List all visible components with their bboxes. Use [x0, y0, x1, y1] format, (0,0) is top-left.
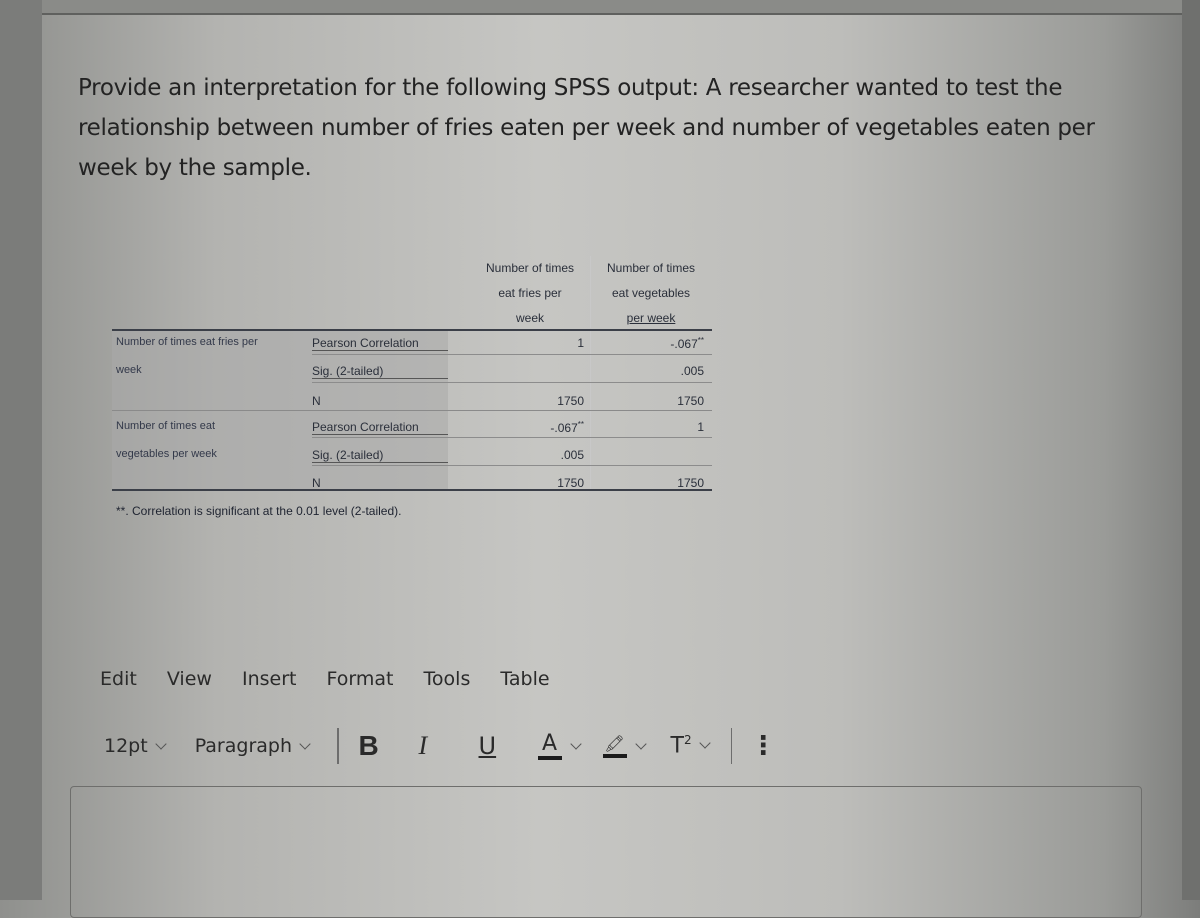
column-header-fries: Number of times eat fries per week	[470, 256, 590, 328]
cell-value: 1750	[557, 394, 584, 408]
cell-value: 1750	[677, 476, 704, 490]
cell-value: .005	[680, 364, 704, 378]
stat-label: Sig. (2-tailed)	[312, 448, 448, 463]
menu-table[interactable]: Table	[500, 668, 549, 690]
column-header-vegetables: Number of times eat vegetables per week	[590, 256, 712, 328]
variable-label: Number of times eat fries per	[116, 336, 258, 348]
header-line: eat vegetables	[611, 286, 691, 300]
table-footnote: **. Correlation is significant at the 0.…	[116, 504, 402, 518]
stat-label: N	[312, 394, 321, 408]
chevron-down-icon	[155, 737, 167, 750]
variable-label: Number of times eat	[116, 420, 216, 432]
superscript-icon: T2	[671, 733, 692, 758]
table-row: Number of times eat fries per Pearson Co…	[112, 336, 712, 363]
superscript-glyph: T	[670, 733, 684, 759]
top-divider	[42, 13, 1182, 15]
answer-text-area[interactable]	[70, 786, 1142, 918]
more-vertical-icon: ⋮	[750, 731, 777, 761]
variable-label: week	[116, 364, 142, 376]
page-top-bar	[42, 0, 1182, 13]
row-rule	[312, 354, 712, 355]
row-rule	[312, 437, 712, 438]
table-row: week Sig. (2-tailed) .005	[112, 364, 712, 391]
table-row: N 1750 1750	[112, 394, 712, 421]
significance-marker: **	[697, 336, 704, 345]
question-text: Provide an interpretation for the follow…	[78, 75, 1095, 181]
highlighter-glyph: 🖍	[604, 734, 625, 753]
block-format-value: Paragraph	[194, 735, 293, 757]
cell-number: -.067	[670, 337, 698, 351]
more-options-button[interactable]: ⋮	[750, 731, 776, 761]
italic-icon: I	[418, 731, 428, 760]
cell-value: 1750	[677, 394, 704, 408]
underline-button[interactable]: U	[479, 732, 527, 760]
italic-button[interactable]: I	[419, 731, 467, 761]
highlighter-icon: 🖍	[602, 734, 628, 758]
row-rule	[312, 465, 712, 466]
superscript-button[interactable]: T2	[671, 733, 711, 759]
menu-tools[interactable]: Tools	[424, 668, 471, 690]
font-size-value: 12pt	[104, 735, 148, 757]
cell-value: 1750	[557, 476, 584, 490]
cell-value: 1	[577, 336, 584, 350]
text-color-button[interactable]: A	[527, 730, 582, 760]
table-row: vegetables per week Sig. (2-tailed) .005	[112, 448, 712, 475]
menu-view[interactable]: View	[167, 668, 212, 690]
font-size-select[interactable]: 12pt	[104, 735, 167, 757]
text-color-glyph: A	[541, 730, 558, 756]
cell-value: 1	[697, 420, 704, 434]
stat-label: N	[312, 476, 321, 490]
bold-icon: B	[358, 730, 379, 761]
header-line: Number of times	[606, 261, 696, 275]
header-line: Number of times	[485, 261, 575, 275]
underline-icon: U	[478, 732, 497, 760]
menu-insert[interactable]: Insert	[242, 668, 297, 690]
menu-edit[interactable]: Edit	[100, 668, 137, 690]
significance-marker: **	[577, 420, 584, 429]
highlight-swatch	[602, 754, 627, 758]
toolbar-divider	[337, 728, 339, 764]
table-bottom-rule	[112, 489, 712, 491]
cell-value: -.067**	[590, 336, 704, 351]
group-rule	[112, 410, 712, 411]
toolbar-divider	[730, 728, 733, 764]
editor-toolbar: 12pt Paragraph B I U A 🖍 T2 ⋮	[104, 726, 776, 766]
stat-label: Pearson Correlation	[312, 336, 448, 351]
header-line: eat fries per	[498, 286, 562, 300]
variable-label: vegetables per week	[116, 448, 217, 460]
menu-format[interactable]: Format	[327, 668, 394, 690]
cell-value: .005	[560, 448, 584, 462]
highlight-color-button[interactable]: 🖍	[580, 734, 647, 758]
block-format-select[interactable]: Paragraph	[194, 735, 311, 757]
table-row: Number of times eat Pearson Correlation …	[112, 420, 712, 447]
row-rule	[312, 382, 712, 383]
stat-label: Sig. (2-tailed)	[312, 364, 448, 379]
superscript-glyph-sup: 2	[683, 733, 692, 748]
cell-value: -.067**	[448, 420, 584, 435]
chevron-down-icon	[698, 737, 711, 750]
text-color-swatch	[537, 755, 562, 760]
header-line: week	[515, 311, 544, 325]
stat-label: Pearson Correlation	[312, 420, 448, 435]
chevron-down-icon	[634, 737, 647, 750]
right-frame	[1182, 0, 1200, 900]
header-line: per week	[626, 311, 676, 325]
left-frame	[0, 0, 42, 900]
bold-button[interactable]: B	[359, 730, 407, 762]
text-color-icon: A	[537, 730, 563, 760]
chevron-down-icon	[299, 737, 311, 750]
cell-number: -.067	[550, 421, 578, 435]
editor-menubar: Edit View Insert Format Tools Table	[100, 668, 574, 690]
